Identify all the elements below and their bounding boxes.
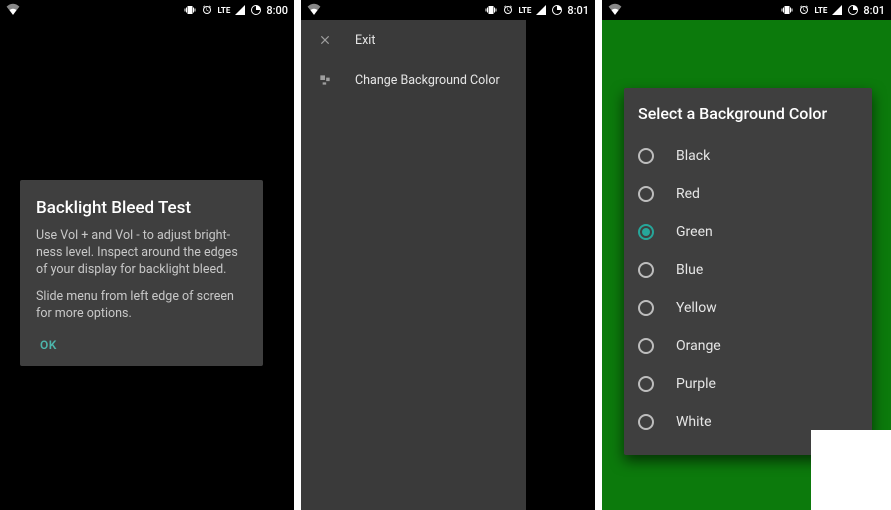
color-option-label: Yellow: [676, 300, 717, 316]
status-time: 8:00: [266, 4, 288, 17]
color-option-label: Orange: [676, 338, 721, 354]
radio-icon: [638, 414, 654, 430]
palette-icon: [317, 72, 333, 88]
wifi-icon: [6, 3, 20, 15]
dialog-select-color: Select a Background Color BlackRedGreenB…: [624, 88, 872, 455]
overlay-white-corner: [811, 430, 891, 510]
navigation-drawer: Exit Change Background Color: [301, 20, 526, 510]
wifi-icon: [608, 3, 622, 15]
menu-item-exit[interactable]: Exit: [301, 20, 526, 60]
color-option-label: Black: [676, 148, 710, 164]
screen-1: LTE 8:00 Backlight Bleed Test Use Vol + …: [0, 0, 294, 510]
lte-icon: LTE: [217, 6, 230, 15]
vibrate-icon: [484, 4, 498, 16]
status-bar: LTE 8:01: [602, 0, 891, 20]
color-option[interactable]: Yellow: [638, 289, 858, 327]
battery-icon: [250, 4, 262, 16]
radio-icon: [638, 262, 654, 278]
alarm-icon: [798, 4, 810, 16]
signal-icon: [535, 4, 547, 16]
radio-icon: [638, 376, 654, 392]
dialog-backlight-bleed: Backlight Bleed Test Use Vol + and Vol -…: [20, 180, 263, 366]
battery-icon: [551, 4, 563, 16]
vibrate-icon: [780, 4, 794, 16]
color-option-label: Blue: [676, 262, 703, 278]
vibrate-icon: [183, 4, 197, 16]
status-time: 8:01: [567, 4, 589, 17]
lte-icon: LTE: [518, 6, 531, 15]
screen-2: LTE 8:01 Exit Change Background Color: [301, 0, 595, 510]
color-option-label: Purple: [676, 376, 716, 392]
color-option-label: White: [676, 414, 712, 430]
status-bar: LTE 8:00: [0, 0, 294, 20]
status-bar: LTE 8:01: [301, 0, 595, 20]
color-option-label: Red: [676, 186, 700, 202]
battery-icon: [847, 4, 859, 16]
menu-item-label: Change Background Color: [355, 73, 500, 88]
color-option[interactable]: Red: [638, 175, 858, 213]
radio-icon: [638, 338, 654, 354]
radio-icon: [638, 224, 654, 240]
signal-icon: [831, 4, 843, 16]
dialog-body: Use Vol + and Vol - to adjust bright­nes…: [36, 228, 247, 322]
dialog-title: Backlight Bleed Test: [36, 198, 247, 218]
dialog-body-line2: Slide menu from left edge of screen for …: [36, 289, 247, 323]
color-option[interactable]: Orange: [638, 327, 858, 365]
radio-icon: [638, 186, 654, 202]
color-option[interactable]: Black: [638, 137, 858, 175]
color-option[interactable]: Blue: [638, 251, 858, 289]
radio-icon: [638, 300, 654, 316]
lte-icon: LTE: [814, 6, 827, 15]
color-option[interactable]: Green: [638, 213, 858, 251]
color-options-list: Black Red Green Blue Yellow Orange Purple White: [638, 137, 858, 441]
radio-icon: [638, 148, 654, 164]
wifi-icon: [307, 3, 321, 15]
signal-icon: [234, 4, 246, 16]
menu-item-label: Exit: [355, 33, 375, 48]
ok-button[interactable]: OK: [36, 332, 61, 354]
alarm-icon: [201, 4, 213, 16]
alarm-icon: [502, 4, 514, 16]
color-option[interactable]: Purple: [638, 365, 858, 403]
dialog-body-line1: Use Vol + and Vol - to adjust bright­nes…: [36, 228, 247, 279]
color-option-label: Green: [676, 224, 713, 240]
status-time: 8:01: [863, 4, 885, 17]
close-icon: [317, 32, 333, 48]
dialog-title: Select a Background Color: [638, 104, 858, 123]
menu-item-change-bg[interactable]: Change Background Color: [301, 60, 526, 100]
